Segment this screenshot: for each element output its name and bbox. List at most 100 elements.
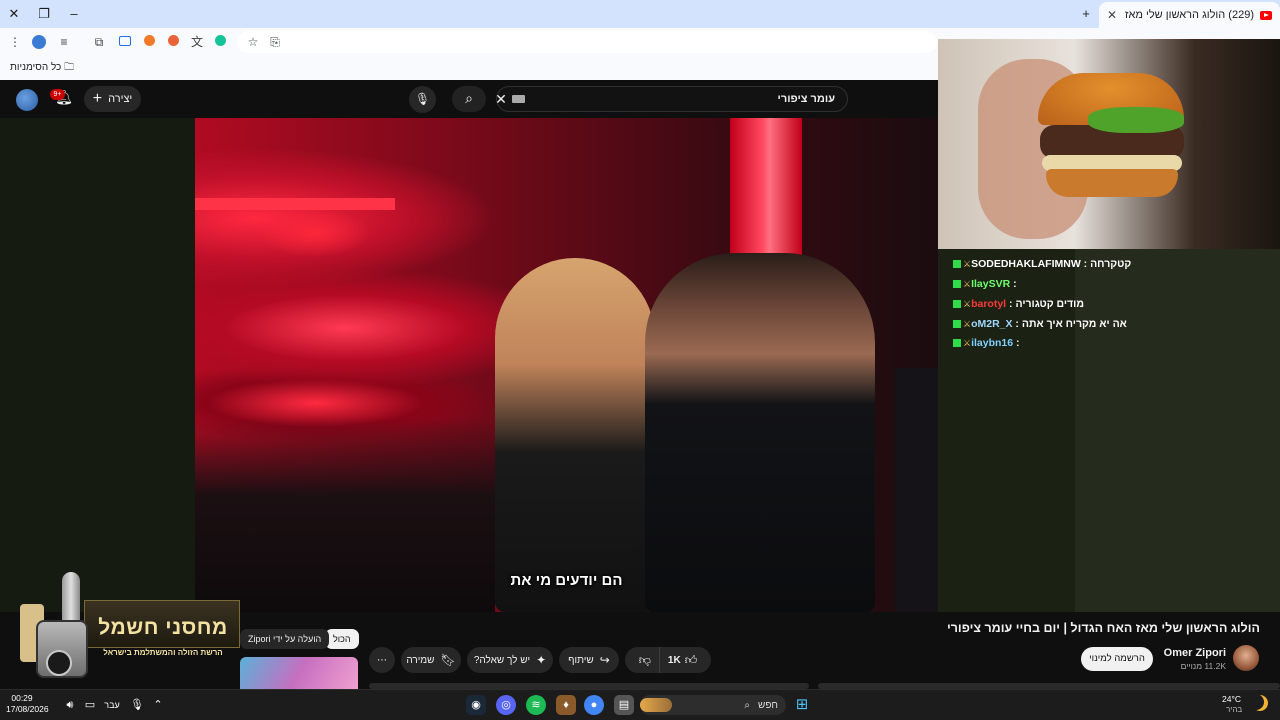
youtube-favicon-icon [1260,10,1272,20]
search-input-value: עומר ציפורי [777,93,835,105]
chat-badge-icon [953,320,961,329]
profile-icon[interactable] [30,33,48,51]
weather-description[interactable]: בהיר [1226,705,1242,714]
app-icon[interactable]: ♦ [556,695,576,715]
chat-badge-icon [953,280,961,289]
sponsor-logo-seal [46,650,72,676]
chat-text: אה יא מקריח איך אתה [1021,318,1127,330]
more-actions-icon[interactable]: ⋯ [369,647,395,673]
file-explorer-icon[interactable]: ▤ [614,695,634,715]
sponsor-tagline: הרשת הזולה והמשתלמת בישראל [103,648,223,657]
all-bookmarks-button[interactable]: כל הסימניות 🗀 [10,60,74,77]
active-tab[interactable]: (229) הולוג הראשון שלי מאז האח ✕ [1099,2,1280,28]
bookmark-star-icon[interactable]: ☆ [244,33,262,51]
extension-orange-icon[interactable] [140,33,158,51]
filter-chip-uploader[interactable]: הועלה על ידי Zipori [240,629,330,649]
address-bar[interactable] [237,31,937,53]
like-count: 1K [667,654,681,666]
clock-date[interactable]: 17/08/2026 [6,704,49,714]
burger-bun-bottom [1046,169,1178,197]
subscribe-button[interactable]: הרשמה למינוי [1081,647,1153,671]
create-label: יצירה [108,93,133,105]
taskbar-mic-icon[interactable]: 🎙︎ [127,695,147,715]
weather-moon-icon[interactable] [1252,695,1268,711]
extension-face-icon[interactable] [164,33,182,51]
chat-text: קטקרחה [1090,258,1132,270]
video-player[interactable] [195,118,938,612]
burger-lettuce [1088,107,1184,133]
chat-sword-icon: ⚔ [963,319,972,329]
clock-time[interactable]: 00:29 [6,693,38,703]
chat-message: ⚔ilaybn16 : [950,337,1020,349]
thumbs-up-icon: 👍︎ [684,652,698,667]
search-button-icon[interactable]: ⌕ [452,86,486,112]
chat-separator: : [1080,258,1091,270]
maximize-window-icon[interactable]: ❐ [34,4,54,24]
clear-search-icon[interactable]: ✕ [492,88,510,110]
voice-search-mic-icon[interactable]: 🎙︎ [409,86,436,113]
extension-grammarly-icon[interactable] [211,33,229,51]
input-language[interactable]: עבר [100,695,124,715]
chat-sword-icon: ⚔ [963,279,972,289]
steam-icon[interactable]: ◉ [466,695,486,715]
like-button[interactable]: 👍︎ 1K [658,647,705,673]
extension-screen-icon[interactable] [116,33,134,51]
channel-avatar[interactable] [1233,645,1259,671]
minimize-window-icon[interactable]: – [64,4,84,24]
network-icon[interactable]: ▭ [80,695,100,715]
video-person-man [645,253,875,612]
bookmarks-bar [0,56,938,80]
tab-close-icon[interactable]: ✕ [1107,8,1117,22]
discord-icon[interactable]: ◎ [496,695,516,715]
filter-chip-all[interactable]: הכול [325,629,359,649]
chat-text: מודים קטגוריה [1015,298,1084,310]
media-control-icon[interactable]: ≡ [55,33,73,51]
share-button[interactable]: ↪ שיתוף [559,647,619,673]
extension-translate-icon[interactable]: 文 [188,33,206,51]
cast-icon[interactable]: ⎘ [266,33,284,51]
chrome-icon[interactable]: ● [584,695,604,715]
taskbar-search[interactable]: חפש ⌕ [640,695,786,715]
chat-sword-icon: ⚔ [963,259,972,269]
share-label: שיתוף [568,654,594,666]
spotify-icon[interactable]: ≋ [526,695,546,715]
like-dislike-group: 👍︎ 1K 👎︎ [625,647,711,673]
video-person-woman [495,258,655,612]
keyboard-icon[interactable] [512,95,525,103]
extensions-icon[interactable]: ⧉ [90,33,108,51]
chat-username: IlaySVR [971,278,1011,290]
new-tab-icon[interactable]: + [1076,4,1096,24]
chat-badge-icon [953,260,961,269]
weather-temperature[interactable]: 24°C [1222,694,1241,704]
search-icon: ⌕ [744,699,751,711]
menu-kebab-icon[interactable]: ⋮ [6,33,24,51]
chat-username: SODEDHAKLAFIMNW [971,258,1081,270]
page-background [0,118,195,612]
close-window-icon[interactable]: ✕ [4,4,24,24]
ask-button[interactable]: ✦ יש לך שאלה? [467,647,553,673]
chat-message: ⚔IlaySVR : [950,278,1017,290]
sponsor-name: מחסני חשמל [98,616,228,639]
video-subtitle: הם יודעים מי את [510,572,623,589]
related-video-thumbnail[interactable] [240,657,358,689]
webcam-overlay [938,39,1280,249]
speaker-icon[interactable]: 🔊︎ [60,695,80,715]
chat-separator: : [1013,337,1020,349]
windows-start-icon[interactable]: ⊞ [792,695,812,715]
chat-badge-icon [953,339,961,348]
search-input[interactable]: עומר ציפורי [496,86,848,112]
chat-message: ⚔SODEDHAKLAFIMNW : קטקרחה [950,258,1131,270]
sparkle-icon: ✦ [536,653,547,667]
folder-icon: 🗀 [64,62,75,73]
dislike-button[interactable]: 👎︎ [631,653,659,668]
notification-count-badge: 9+ [50,89,65,100]
thumbs-down-icon: 👎︎ [638,652,651,667]
chat-message: ⚔oM2R_X : אה יא מקריח איך אתה [950,318,1127,330]
save-button[interactable]: 🔖︎ שמירה [401,647,461,673]
account-avatar[interactable] [16,89,38,111]
chat-message: ⚔barotyl : מודים קטגוריה [950,298,1084,310]
create-button[interactable]: יצירה + [84,86,141,112]
plus-icon: + [92,90,103,107]
tray-chevron-icon[interactable]: ⌃ [148,695,168,715]
chat-sword-icon: ⚔ [963,338,972,348]
